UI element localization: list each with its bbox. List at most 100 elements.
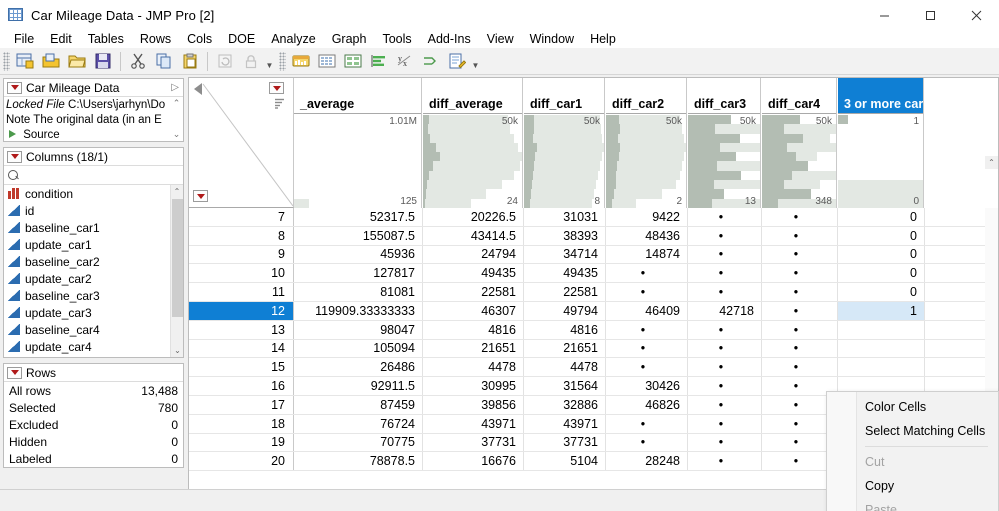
table-cell[interactable]: •: [762, 283, 838, 301]
table-cell[interactable]: 30995: [423, 377, 524, 395]
table-cell[interactable]: 37731: [423, 433, 524, 452]
open-recent-icon[interactable]: [39, 50, 63, 73]
table-cell[interactable]: •: [688, 245, 762, 264]
table-cell[interactable]: •: [688, 264, 762, 283]
red-triangle-icon[interactable]: [7, 81, 22, 94]
toolbar-overflow-button-2[interactable]: ▼: [470, 50, 481, 72]
table-row[interactable]: 7 52317.5 20226.5 31031 9422 • • 0: [189, 208, 998, 227]
distribution-icon[interactable]: [289, 50, 313, 73]
back-triangle-icon[interactable]: [194, 83, 202, 95]
scroll-up-icon[interactable]: ⌃: [985, 156, 998, 169]
column-list-item[interactable]: baseline_average: [4, 355, 183, 358]
table-cell[interactable]: 24794: [423, 245, 524, 264]
script-editor-icon[interactable]: [445, 50, 469, 73]
refresh-icon[interactable]: [213, 50, 237, 73]
table-cell[interactable]: •: [688, 414, 762, 433]
paste-icon[interactable]: [178, 50, 202, 73]
table-cell[interactable]: 46409: [606, 301, 688, 320]
context-menu[interactable]: Color Cells Select Matching Cells Cut Copy P…: [826, 391, 999, 511]
row-number-cell[interactable]: 17: [189, 395, 294, 414]
table-cell[interactable]: •: [762, 208, 838, 226]
row-number-cell[interactable]: 20: [189, 452, 294, 471]
table-cell[interactable]: 127817: [294, 264, 423, 283]
column-histogram[interactable]: 10: [838, 115, 923, 208]
menu-item-window[interactable]: Window: [522, 30, 582, 48]
table-row[interactable]: 9 45936 24794 34714 14874 • • 0: [189, 245, 998, 265]
red-triangle-icon-rows[interactable]: [193, 190, 208, 202]
table-cell[interactable]: 5104: [524, 452, 606, 471]
column-histogram[interactable]: 50k 8: [524, 115, 604, 208]
menu-item-analyze[interactable]: Analyze: [263, 30, 323, 48]
table-cell[interactable]: •: [688, 358, 762, 377]
table-row[interactable]: 14 105094 21651 21651 • • •: [189, 339, 998, 359]
columns-panel-header[interactable]: Columns (18/1): [4, 148, 183, 166]
save-icon[interactable]: [91, 50, 115, 73]
table-cell[interactable]: •: [762, 264, 838, 283]
row-state-icon[interactable]: [275, 98, 288, 109]
column-list-item[interactable]: update_car3: [4, 304, 183, 321]
table-cell[interactable]: •: [688, 320, 762, 339]
table-cell[interactable]: 78878.5: [294, 452, 423, 471]
table-cell[interactable]: •: [606, 339, 688, 358]
green-play-icon[interactable]: [9, 130, 16, 138]
table-cell[interactable]: •: [688, 226, 762, 245]
table-cell[interactable]: •: [762, 358, 838, 377]
table-cell[interactable]: •: [688, 377, 762, 395]
scatter-icon[interactable]: [419, 50, 443, 73]
table-cell[interactable]: •: [762, 339, 838, 358]
table-cell[interactable]: 42718: [688, 301, 762, 320]
column-histogram[interactable]: 1.01M 125: [294, 115, 421, 208]
table-cell[interactable]: •: [606, 433, 688, 452]
row-number-cell[interactable]: 14: [189, 339, 294, 358]
columns-list[interactable]: condition id baseline_car1 update_car1 basel…: [4, 185, 183, 357]
minimize-icon[interactable]: [861, 0, 907, 30]
table-cell[interactable]: 119909.33333333: [294, 301, 423, 320]
metadata-scrollbar[interactable]: ⌃ ⌄: [170, 97, 183, 141]
new-data-table-icon[interactable]: [13, 50, 37, 73]
table-cell[interactable]: •: [606, 414, 688, 433]
scroll-up-icon[interactable]: ⌃: [171, 185, 183, 198]
table-cell[interactable]: 31031: [524, 208, 606, 226]
table-cell[interactable]: 9422: [606, 208, 688, 226]
column-list-item[interactable]: baseline_car3: [4, 287, 183, 304]
table-cell[interactable]: 49435: [524, 264, 606, 283]
row-number-cell[interactable]: 10: [189, 264, 294, 283]
table-cell[interactable]: 43971: [524, 414, 606, 433]
scroll-up-icon[interactable]: ⌃: [173, 98, 181, 109]
column-histogram[interactable]: 50k 24: [423, 115, 522, 208]
open-folder-icon[interactable]: [65, 50, 89, 73]
table-cell[interactable]: 4478: [423, 358, 524, 377]
rows-stat-all-rows[interactable]: All rows 13,488: [4, 382, 183, 399]
row-number-cell[interactable]: 11: [189, 283, 294, 301]
table-cell[interactable]: 43414.5: [423, 226, 524, 245]
table-cell[interactable]: •: [688, 433, 762, 452]
scrollbar-thumb[interactable]: [172, 199, 183, 317]
menu-item-edit[interactable]: Edit: [42, 30, 80, 48]
table-cell[interactable]: •: [762, 301, 838, 320]
table-cell[interactable]: 21651: [423, 339, 524, 358]
table-cell[interactable]: •: [606, 283, 688, 301]
table-cell[interactable]: •: [688, 339, 762, 358]
table-cell[interactable]: 21651: [524, 339, 606, 358]
table-cell[interactable]: 46826: [606, 395, 688, 414]
table-cell[interactable]: 98047: [294, 320, 423, 339]
chart-icon[interactable]: [367, 50, 391, 73]
menu-item-graph[interactable]: Graph: [324, 30, 375, 48]
row-number-cell[interactable]: 12: [189, 301, 294, 320]
table-cell[interactable]: 0: [838, 245, 925, 264]
table-cell[interactable]: 28248: [606, 452, 688, 471]
red-triangle-icon[interactable]: [7, 366, 22, 379]
row-number-cell[interactable]: 19: [189, 433, 294, 452]
column-header-3-or-more-cars[interactable]: 3 or more cars 1 0: [838, 78, 924, 208]
context-menu-item-select-matching-cells[interactable]: Select Matching Cells: [827, 419, 998, 443]
column-header-diff-car1[interactable]: diff_car1 50k 8: [524, 78, 605, 208]
column-histogram[interactable]: 50k 2: [606, 115, 686, 208]
copy-icon[interactable]: [152, 50, 176, 73]
menu-item-tables[interactable]: Tables: [80, 30, 132, 48]
table-cell[interactable]: 92911.5: [294, 377, 423, 395]
table-cell[interactable]: 16676: [423, 452, 524, 471]
column-histogram[interactable]: 50k 348: [762, 115, 836, 208]
column-header-diff-car4[interactable]: diff_car4 50k 348: [762, 78, 837, 208]
cut-icon[interactable]: [126, 50, 150, 73]
menu-item-add-ins[interactable]: Add-Ins: [420, 30, 479, 48]
